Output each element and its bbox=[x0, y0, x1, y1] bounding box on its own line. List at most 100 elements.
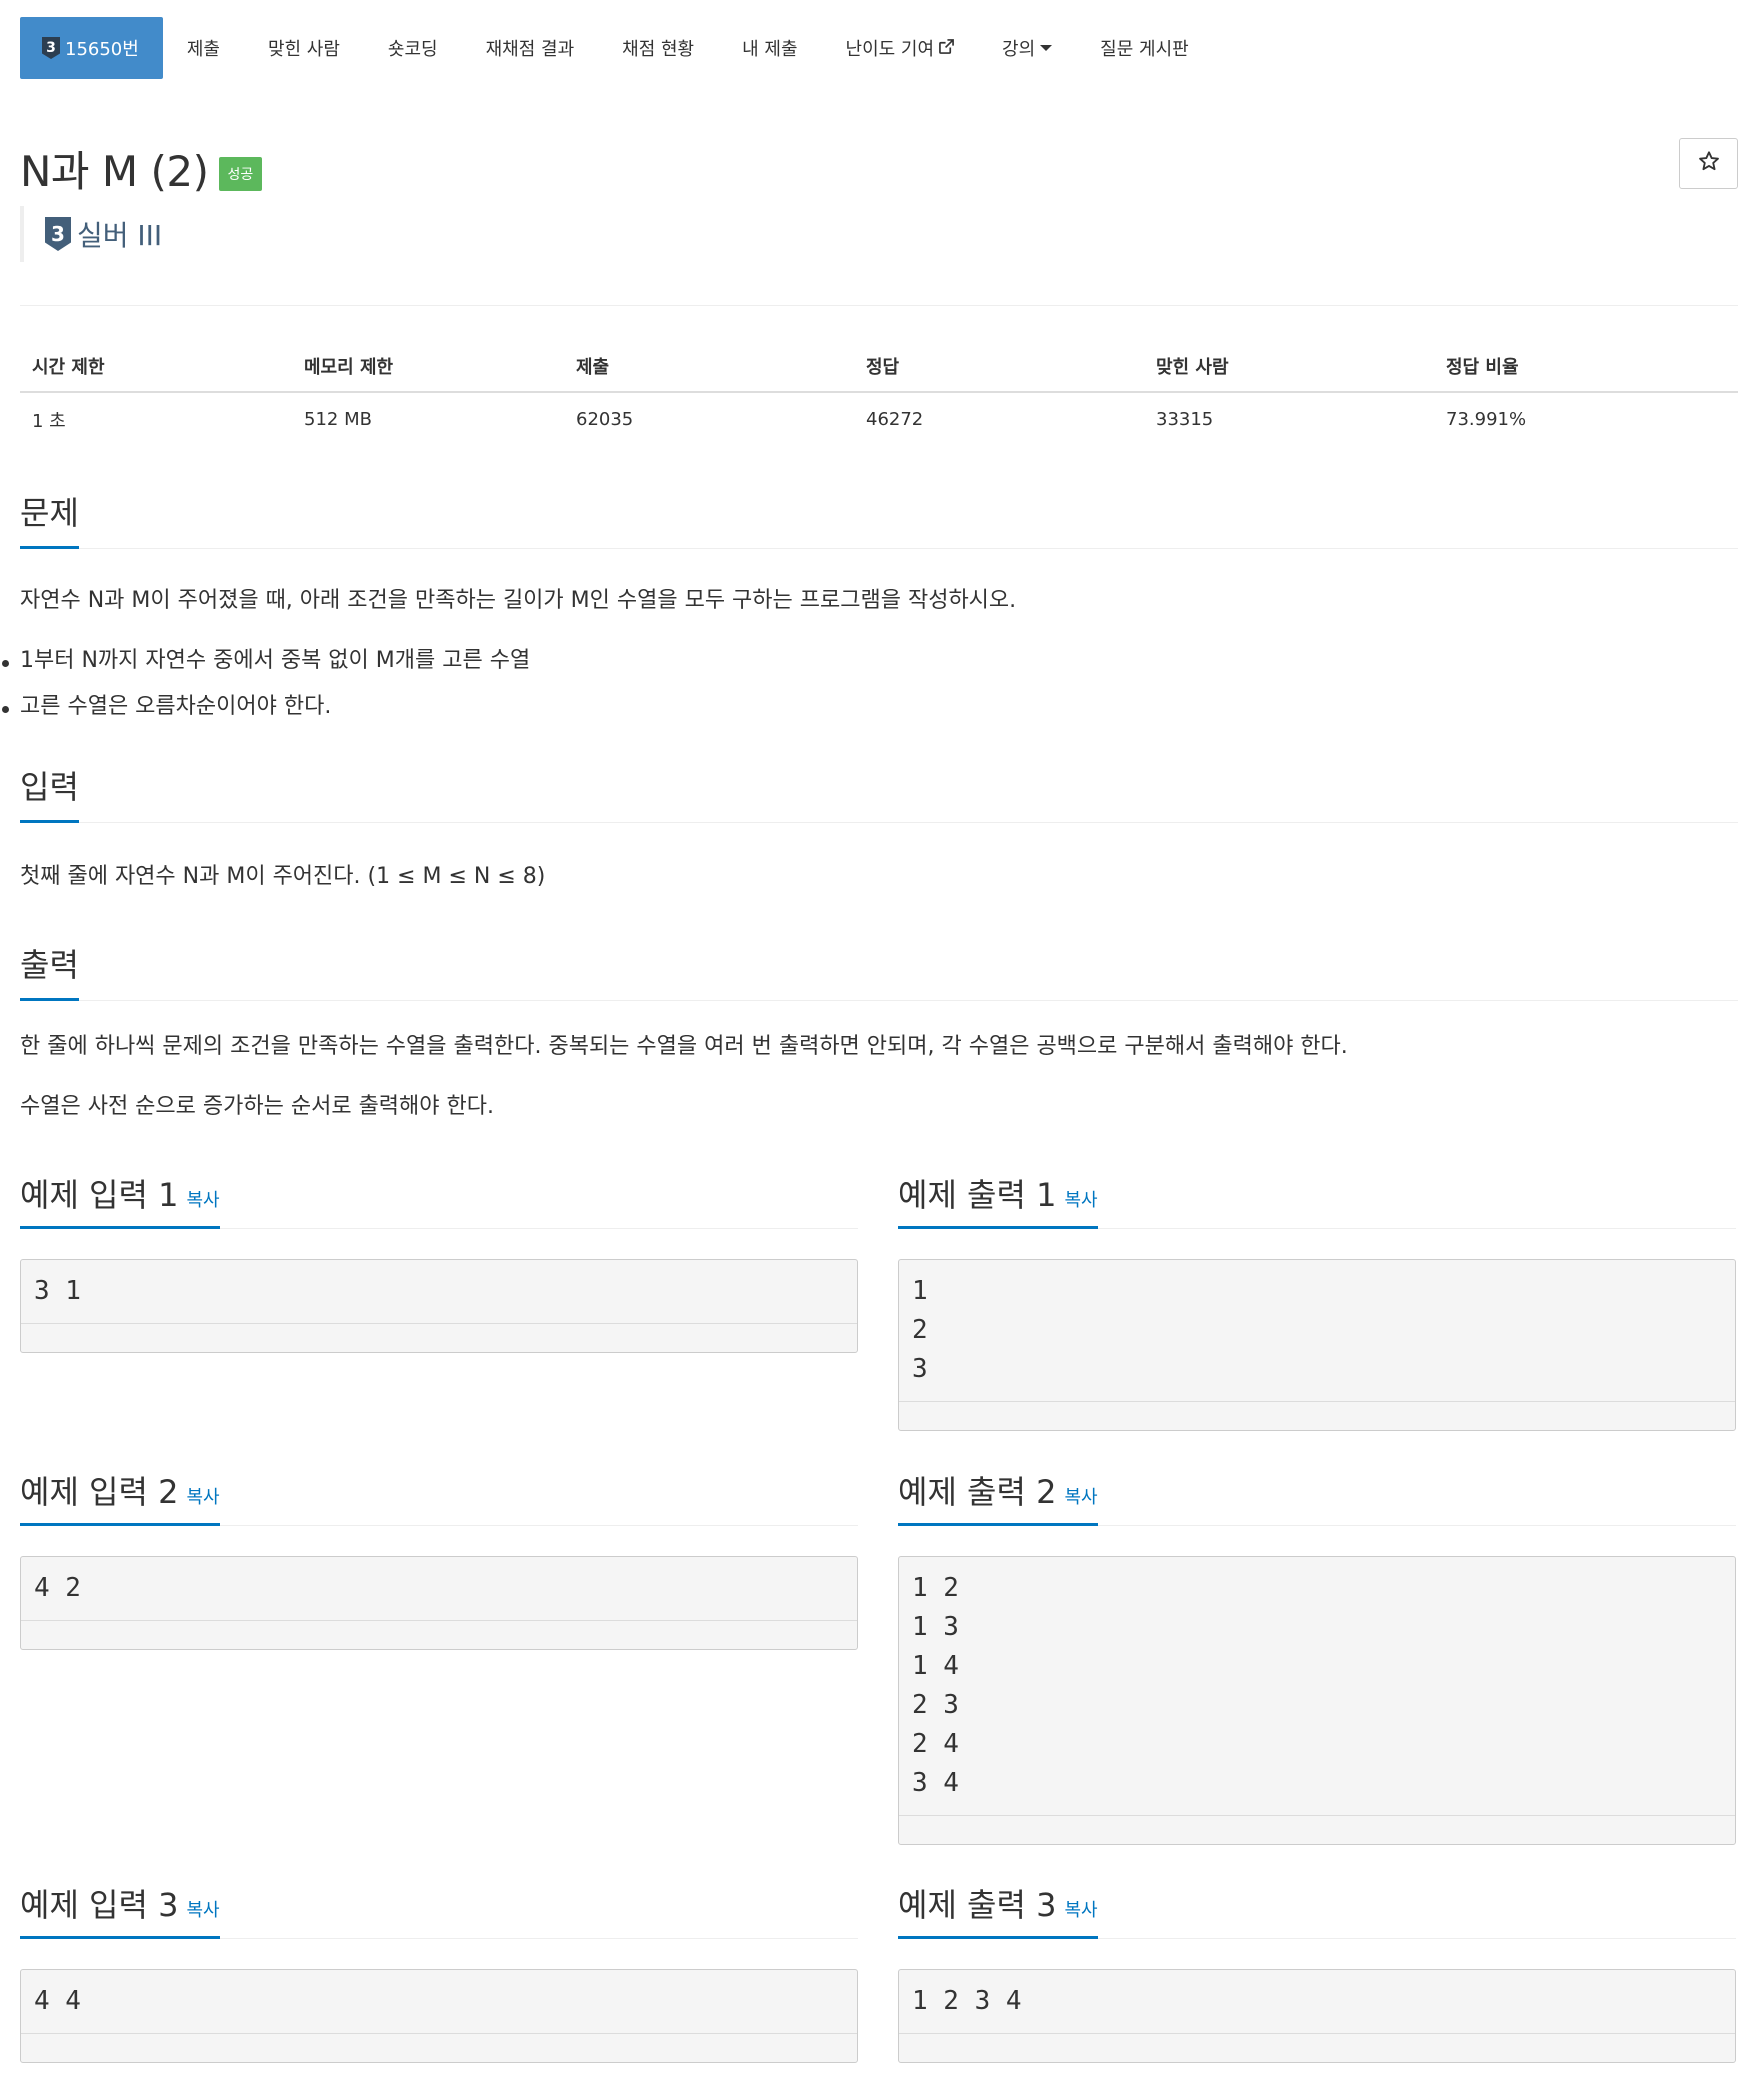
solved-users-value: 33315 bbox=[1156, 409, 1214, 430]
sample-output-1-title: 예제 출력 1 bbox=[898, 1176, 1057, 1214]
copy-button[interactable]: 복사 bbox=[1064, 1487, 1097, 1508]
nav-problem-number[interactable]: 3 15650번 bbox=[20, 17, 163, 79]
nav-lectures-dropdown[interactable]: 강의 bbox=[978, 17, 1076, 79]
accepted-ratio-header: 정답 비율 bbox=[1434, 340, 1738, 393]
copy-button[interactable]: 복사 bbox=[1064, 1190, 1097, 1211]
copy-button[interactable]: 복사 bbox=[1064, 1900, 1097, 1921]
nav-problem-number-label: 15650번 bbox=[65, 39, 139, 60]
submissions-header: 제출 bbox=[564, 340, 854, 393]
star-outline-icon bbox=[1698, 150, 1720, 178]
output-section-header: 출력 bbox=[20, 940, 1738, 1001]
input-section-header: 입력 bbox=[20, 762, 1738, 823]
sample-input-1-title: 예제 입력 1 bbox=[20, 1176, 179, 1214]
condition-item: 고른 수열은 오름차순이어야 한다. bbox=[1, 692, 331, 723]
memory-limit-header: 메모리 제한 bbox=[292, 340, 564, 393]
sample-box-footer bbox=[21, 1324, 857, 1352]
sample-input-2-header: 예제 입력 2 복사 bbox=[20, 1467, 858, 1526]
accepted-header: 정답 bbox=[854, 340, 1144, 393]
nav-difficulty-contribution[interactable]: 난이도 기여 bbox=[822, 17, 979, 79]
time-limit-value: 1 초 bbox=[32, 410, 66, 432]
sample-output-2-title: 예제 출력 2 bbox=[898, 1473, 1057, 1511]
external-link-icon bbox=[939, 38, 954, 58]
nav-question-board[interactable]: 질문 게시판 bbox=[1076, 17, 1213, 79]
sample-input-1-heading: 예제 입력 1 복사 bbox=[20, 1170, 220, 1229]
sample-output-3-heading: 예제 출력 3 복사 bbox=[898, 1880, 1098, 1939]
sample-output-1-box[interactable]: 1 2 3 bbox=[898, 1259, 1736, 1431]
sample-input-3-header: 예제 입력 3 복사 bbox=[20, 1880, 858, 1939]
input-title: 입력 bbox=[20, 762, 79, 823]
nav-question-board-label: 질문 게시판 bbox=[1100, 39, 1189, 60]
sample-output-2-box[interactable]: 1 2 1 3 1 4 2 3 2 4 3 4 bbox=[898, 1556, 1736, 1845]
output-text: 한 줄에 하나씩 문제의 조건을 만족하는 수열을 출력한다. 중복되는 수열을… bbox=[20, 1034, 1348, 1059]
nav-judge-status[interactable]: 채점 현황 bbox=[598, 17, 718, 79]
solved-users-header: 맞힌 사람 bbox=[1144, 340, 1434, 393]
copy-button[interactable]: 복사 bbox=[186, 1900, 219, 1921]
copy-button[interactable]: 복사 bbox=[186, 1190, 219, 1211]
sample-output-2-content: 1 2 1 3 1 4 2 3 2 4 3 4 bbox=[899, 1557, 1735, 1816]
sample-input-2-title: 예제 입력 2 bbox=[20, 1473, 179, 1511]
input-text: 첫째 줄에 자연수 N과 M이 주어진다. (1 ≤ M ≤ N ≤ 8) bbox=[20, 864, 546, 889]
description-title: 문제 bbox=[20, 488, 79, 549]
sample-box-footer bbox=[21, 1621, 857, 1649]
sample-input-2-box[interactable]: 4 2 bbox=[20, 1556, 858, 1650]
silver-tier-icon: 3 bbox=[42, 37, 60, 59]
sample-input-3-box[interactable]: 4 4 bbox=[20, 1969, 858, 2063]
accepted-value: 46272 bbox=[866, 409, 924, 430]
condition-item: 1부터 N까지 자연수 중에서 중복 없이 M개를 고른 수열 bbox=[1, 646, 530, 677]
problem-title: N과 M (2) bbox=[20, 147, 209, 196]
nav-submit[interactable]: 제출 bbox=[163, 17, 244, 79]
sample-output-1-heading: 예제 출력 1 복사 bbox=[898, 1170, 1098, 1229]
output-title: 출력 bbox=[20, 940, 79, 1001]
sample-input-3-content: 4 4 bbox=[21, 1970, 857, 2034]
nav-lectures-label: 강의 bbox=[1002, 39, 1036, 60]
description-text: 자연수 N과 M이 주어졌을 때, 아래 조건을 만족하는 길이가 M인 수열을… bbox=[20, 588, 1017, 613]
nav-judge-status-label: 채점 현황 bbox=[622, 39, 695, 60]
success-badge: 성공 bbox=[218, 156, 263, 191]
copy-button[interactable]: 복사 bbox=[186, 1487, 219, 1508]
time-limit-header: 시간 제한 bbox=[20, 340, 292, 393]
accepted-ratio-value: 73.991% bbox=[1446, 409, 1527, 430]
table-row: 1 초 512 MB 62035 46272 33315 73.991% bbox=[20, 392, 1738, 446]
sample-output-1-content: 1 2 3 bbox=[899, 1260, 1735, 1402]
sample-box-footer bbox=[899, 1816, 1735, 1844]
nav-submit-label: 제출 bbox=[186, 39, 220, 60]
nav-difficulty-contribution-label: 난이도 기여 bbox=[845, 39, 935, 60]
nav-solved-users[interactable]: 맞힌 사람 bbox=[244, 17, 364, 79]
description-section-header: 문제 bbox=[20, 488, 1738, 549]
sample-input-3-heading: 예제 입력 3 복사 bbox=[20, 1880, 220, 1939]
sample-input-1-header: 예제 입력 1 복사 bbox=[20, 1170, 858, 1229]
divider bbox=[20, 305, 1738, 306]
output-text: 수열은 사전 순으로 증가하는 순서로 출력해야 한다. bbox=[20, 1094, 494, 1119]
submissions-value: 62035 bbox=[576, 409, 634, 430]
nav-short-coding-label: 숏코딩 bbox=[387, 39, 438, 60]
nav-rejudge-results[interactable]: 재채점 결과 bbox=[462, 17, 599, 79]
sample-output-2-heading: 예제 출력 2 복사 bbox=[898, 1467, 1098, 1526]
problem-tier: 3 실버 III bbox=[20, 206, 162, 262]
silver-tier-icon: 3 bbox=[45, 217, 71, 251]
sample-input-1-box[interactable]: 3 1 bbox=[20, 1259, 858, 1353]
memory-limit-value: 512 MB bbox=[304, 409, 372, 430]
sample-input-3-title: 예제 입력 3 bbox=[20, 1886, 179, 1924]
nav-my-submissions[interactable]: 내 제출 bbox=[718, 17, 821, 79]
table-header-row: 시간 제한 메모리 제한 제출 정답 맞힌 사람 정답 비율 bbox=[20, 340, 1738, 393]
sample-input-2-heading: 예제 입력 2 복사 bbox=[20, 1467, 220, 1526]
sample-output-3-box[interactable]: 1 2 3 4 bbox=[898, 1969, 1736, 2063]
sample-output-3-header: 예제 출력 3 복사 bbox=[898, 1880, 1736, 1939]
caret-down-icon bbox=[1040, 45, 1053, 51]
sample-box-footer bbox=[21, 2034, 857, 2062]
problem-info-table: 시간 제한 메모리 제한 제출 정답 맞힌 사람 정답 비율 1 초 512 M… bbox=[20, 340, 1738, 446]
sample-box-footer bbox=[899, 2034, 1735, 2062]
sample-output-1-header: 예제 출력 1 복사 bbox=[898, 1170, 1736, 1229]
problem-menu: 3 15650번 제출 맞힌 사람 숏코딩 재채점 결과 채점 현황 내 제출 … bbox=[20, 17, 1213, 79]
sample-box-footer bbox=[899, 1402, 1735, 1430]
favorite-star-button[interactable] bbox=[1679, 138, 1738, 189]
tier-label: 실버 III bbox=[77, 219, 163, 252]
sample-output-3-title: 예제 출력 3 bbox=[898, 1886, 1057, 1924]
problem-title-row: N과 M (2) 성공 bbox=[20, 138, 263, 199]
sample-output-3-content: 1 2 3 4 bbox=[899, 1970, 1735, 2034]
nav-short-coding[interactable]: 숏코딩 bbox=[364, 17, 462, 79]
sample-output-2-header: 예제 출력 2 복사 bbox=[898, 1467, 1736, 1526]
nav-solved-users-label: 맞힌 사람 bbox=[267, 39, 340, 60]
sample-input-2-content: 4 2 bbox=[21, 1557, 857, 1621]
nav-rejudge-results-label: 재채점 결과 bbox=[485, 39, 575, 60]
